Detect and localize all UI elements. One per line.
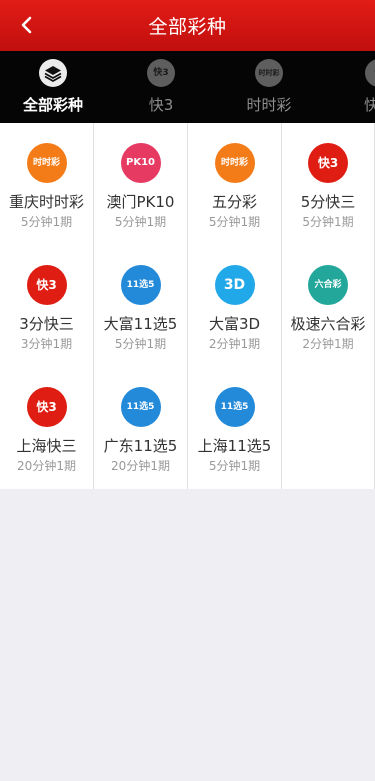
game-cell[interactable]: 3D 大富3D 2分钟1期: [188, 245, 282, 367]
game-cell[interactable]: 11选5 上海11选5 5分钟1期: [188, 367, 282, 489]
tab-ssc[interactable]: 时时彩 时时彩: [219, 51, 319, 123]
ssc-logo-icon: 时时彩: [214, 143, 255, 183]
game-name: 3分快三: [19, 315, 74, 333]
tab-k3[interactable]: 快3 快3: [111, 51, 211, 123]
game-name: 五分彩: [211, 193, 257, 211]
ssc-badge-icon: 时时彩: [255, 59, 283, 87]
game-name: 大富3D: [208, 315, 261, 333]
tab-label: 全部彩种: [22, 96, 83, 114]
game-cell[interactable]: PK10 澳门PK10 5分钟1期: [94, 123, 188, 245]
game-cell[interactable]: 六合彩 极速六合彩 2分钟1期: [282, 245, 375, 367]
tab-all[interactable]: 全部彩种: [3, 51, 103, 123]
header-bar: 全部彩种: [0, 0, 375, 51]
k3-logo-icon: 快3: [26, 265, 67, 305]
layers-icon: [39, 59, 67, 87]
tab-label: 快乐: [363, 96, 375, 114]
tab-label: 快3: [148, 96, 174, 114]
game-period: 2分钟1期: [302, 337, 354, 351]
game-name: 重庆时时彩: [8, 193, 84, 211]
game-period: 5分钟1期: [20, 215, 73, 229]
tab-kl[interactable]: 快 快乐: [329, 51, 375, 123]
page-title: 全部彩种: [148, 16, 227, 38]
game-name: 5分快三: [300, 193, 356, 211]
k3-badge-icon: 快3: [147, 59, 175, 87]
game-name: 澳门PK10: [106, 193, 175, 211]
game-period: 5分钟1期: [302, 215, 354, 229]
lhc-logo-icon: 六合彩: [308, 265, 348, 305]
game-name: 极速六合彩: [290, 315, 366, 333]
game-name: 广东11选5: [103, 437, 178, 455]
x5-logo-icon: 11选5: [120, 387, 161, 427]
grid-row: 快3 3分快三 3分钟1期 11选5 大富11选5 5分钟1期 3D 大富3D …: [0, 245, 375, 367]
game-cell[interactable]: 11选5 大富11选5 5分钟1期: [94, 245, 188, 367]
game-name: 上海11选5: [197, 437, 272, 455]
lottery-grid: 时时彩 重庆时时彩 5分钟1期 PK10 澳门PK10 5分钟1期 时时彩 五分…: [0, 123, 375, 489]
game-name: 上海快三: [16, 437, 77, 455]
game-period: 20分钟1期: [17, 459, 76, 473]
x5-logo-icon: 11选5: [214, 387, 255, 427]
game-period: 20分钟1期: [111, 459, 170, 473]
kl-badge-icon: 快: [365, 59, 375, 87]
empty-cell: [282, 367, 375, 489]
game-cell[interactable]: 11选5 广东11选5 20分钟1期: [94, 367, 188, 489]
ssc-logo-icon: 时时彩: [26, 143, 67, 183]
grid-row: 快3 上海快三 20分钟1期 11选5 广东11选5 20分钟1期 11选5 上…: [0, 367, 375, 489]
game-cell[interactable]: 快3 上海快三 20分钟1期: [0, 367, 94, 489]
game-cell[interactable]: 时时彩 五分彩 5分钟1期: [188, 123, 282, 245]
category-tabs: 全部彩种 快3 快3 时时彩 时时彩 快 快乐: [0, 51, 375, 123]
chevron-left-icon: [21, 16, 32, 34]
pk10-logo-icon: PK10: [120, 143, 161, 183]
game-period: 3分钟1期: [20, 337, 73, 351]
3d-logo-icon: 3D: [214, 265, 255, 305]
game-name: 大富11选5: [103, 315, 178, 333]
game-cell[interactable]: 时时彩 重庆时时彩 5分钟1期: [0, 123, 94, 245]
x5-logo-icon: 11选5: [120, 265, 161, 305]
k3-logo-icon: 快3: [26, 387, 67, 427]
grid-row: 时时彩 重庆时时彩 5分钟1期 PK10 澳门PK10 5分钟1期 时时彩 五分…: [0, 123, 375, 245]
game-period: 5分钟1期: [208, 215, 261, 229]
back-button[interactable]: [16, 14, 38, 36]
game-cell[interactable]: 快3 3分快三 3分钟1期: [0, 245, 94, 367]
game-period: 5分钟1期: [114, 337, 167, 351]
game-period: 5分钟1期: [114, 215, 167, 229]
game-period: 2分钟1期: [208, 337, 261, 351]
k3-logo-icon: 快3: [308, 143, 348, 183]
tab-label: 时时彩: [246, 96, 292, 114]
game-cell[interactable]: 快3 5分快三 5分钟1期: [282, 123, 375, 245]
game-period: 5分钟1期: [208, 459, 261, 473]
